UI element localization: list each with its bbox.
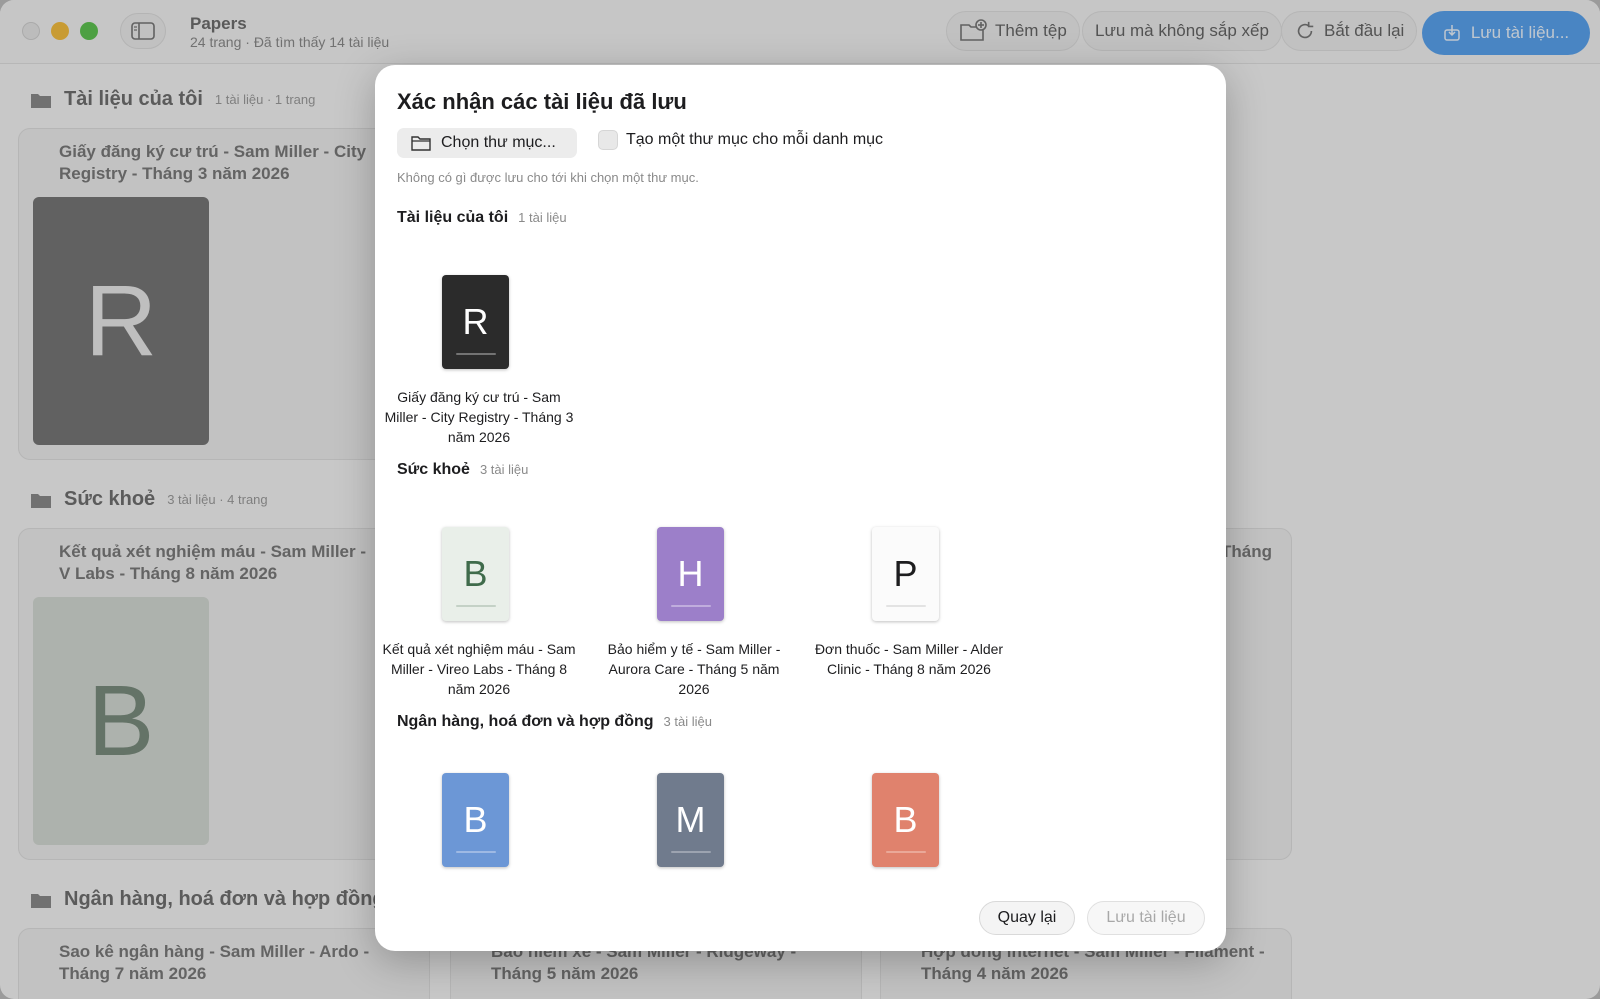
group-header: Ngân hàng, hoá đơn và hợp đồng 3 tài liệ… — [397, 713, 712, 731]
thumbnail-letter: B — [463, 799, 488, 840]
group-header: Tài liệu của tôi 1 tài liệu — [397, 209, 567, 227]
per-category-folder-checkbox[interactable] — [598, 130, 618, 150]
thumbnail-letter: M — [675, 799, 706, 840]
dialog-title: Xác nhận các tài liệu đã lưu — [397, 89, 687, 114]
document-thumbnail: M — [657, 773, 724, 867]
document-caption: Kết quả xét nghiệm máu - Sam Miller - Vi… — [382, 641, 576, 697]
document-thumbnail: B — [442, 769, 515, 867]
thumbnail-letter: B — [463, 553, 488, 594]
dialog-hint: Không có gì được lưu cho tới khi chọn mộ… — [397, 170, 699, 185]
document-thumbnail: P — [872, 527, 939, 621]
document-caption: Giấy đăng ký cư trú - Sam Miller - City … — [384, 389, 574, 445]
group-name: Sức khoẻ — [397, 461, 470, 478]
group-name: Tài liệu của tôi — [397, 209, 509, 226]
document-thumbnail: R — [442, 275, 509, 369]
thumbnail-letter: P — [893, 553, 918, 594]
group-count: 1 tài liệu — [518, 210, 567, 225]
thumbnail-letter: R — [462, 301, 489, 342]
thumbnail-letter: H — [677, 553, 704, 594]
document-caption: Bảo hiểm y tế - Sam Miller - Aurora Care… — [607, 641, 781, 697]
group-name: Ngân hàng, hoá đơn và hợp đồng — [397, 713, 654, 730]
per-category-folder-label: Tạo một thư mục cho mỗi danh mục — [626, 131, 884, 148]
thumbnail-letter: B — [893, 799, 918, 840]
document-caption: Đơn thuốc - Sam Miller - Alder Clinic - … — [814, 641, 1004, 677]
folder-icon — [411, 136, 431, 151]
back-button[interactable]: Quay lại — [979, 901, 1075, 935]
group-count: 3 tài liệu — [479, 462, 529, 477]
per-category-folder-option[interactable]: Tạo một thư mục cho mỗi danh mục — [598, 130, 883, 150]
choose-folder-label: Chọn thư mục... — [441, 134, 556, 151]
group-header: Sức khoẻ 3 tài liệu — [397, 461, 528, 479]
choose-folder-button[interactable]: Chọn thư mục... — [397, 128, 577, 158]
save-documents-dialog-button[interactable]: Lưu tài liệu — [1087, 901, 1205, 935]
confirm-saved-documents-dialog: Xác nhận các tài liệu đã lưu Chọn thư mụ… — [375, 65, 1226, 951]
document-thumbnail: B — [872, 773, 939, 867]
document-thumbnail: B — [442, 527, 509, 621]
group-count: 3 tài liệu — [663, 714, 712, 729]
document-thumbnail: H — [657, 523, 730, 621]
